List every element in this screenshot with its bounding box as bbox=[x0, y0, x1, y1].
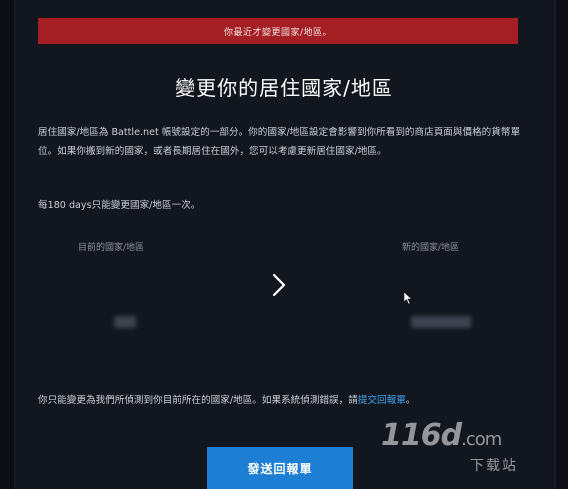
detection-note-suffix: 。 bbox=[405, 395, 416, 406]
submit-ticket-link[interactable]: 提交回報單 bbox=[358, 395, 406, 406]
page-title: 變更你的居住國家/地區 bbox=[175, 76, 393, 100]
change-limit-text: 每180 days只能變更國家/地區一次。 bbox=[38, 200, 201, 211]
current-region-label: 目前的國家/地區 bbox=[78, 243, 145, 253]
watermark-logo: 116d.com bbox=[381, 418, 502, 453]
page-description: 居住國家/地區為 Battle.net 帳號設定的一部分。你的國家/地區設定會影… bbox=[38, 127, 521, 157]
watermark-com: .com bbox=[461, 429, 502, 450]
new-region-label: 新的國家/地區 bbox=[402, 243, 460, 253]
send-ticket-button[interactable]: 發送回報單 bbox=[207, 447, 353, 489]
watermark-sub: 下载站 bbox=[470, 458, 518, 474]
current-region-value bbox=[114, 316, 136, 328]
mouse-cursor-icon bbox=[403, 291, 413, 305]
error-banner: 你最近才變更國家/地區。 bbox=[38, 18, 518, 44]
chevron-right-icon bbox=[272, 273, 286, 297]
new-region-value bbox=[411, 316, 471, 328]
detection-note-text: 你只能變更為我們所偵測到你目前所在的國家/地區。如果系統偵測錯誤，請 bbox=[38, 395, 358, 406]
watermark-main: 116d bbox=[381, 418, 462, 453]
detection-note: 你只能變更為我們所偵測到你目前所在的國家/地區。如果系統偵測錯誤，請提交回報單。 bbox=[38, 392, 415, 406]
error-banner-text: 你最近才變更國家/地區。 bbox=[223, 27, 333, 38]
